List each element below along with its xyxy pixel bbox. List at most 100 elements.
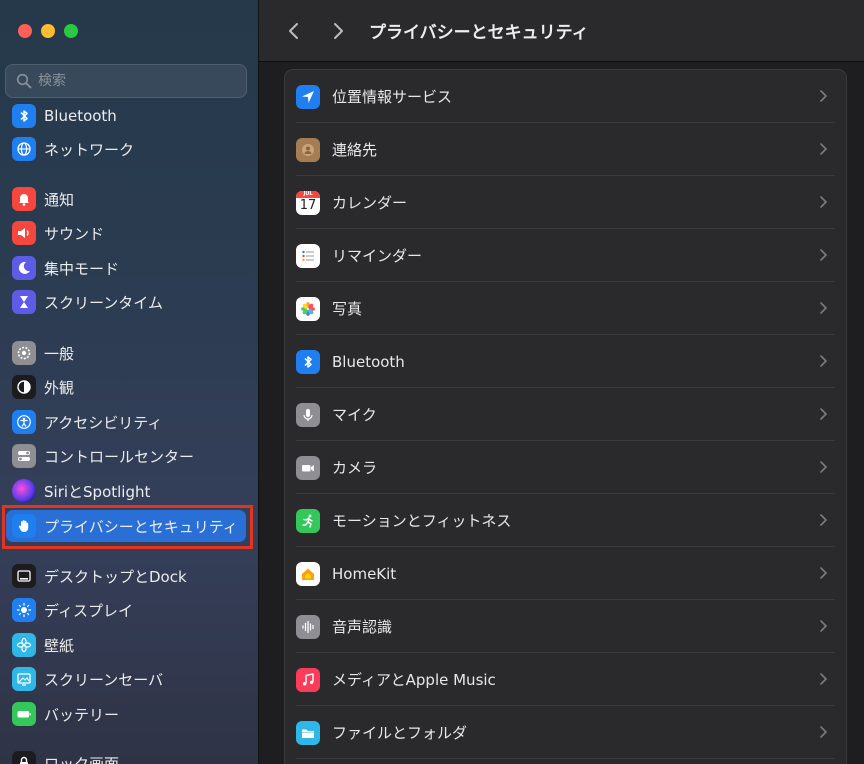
moon-icon: [12, 256, 36, 280]
search-icon: [16, 73, 32, 89]
sidebar-item-label: サウンド: [44, 224, 105, 243]
sidebar-item-wallpaper[interactable]: 壁紙: [6, 629, 246, 661]
hourglass-icon: [12, 290, 36, 314]
privacy-row-photos[interactable]: 写真: [285, 282, 846, 335]
sidebar-item-label: 集中モード: [44, 259, 120, 278]
sidebar-item-label: 一般: [44, 344, 75, 363]
close-window-button[interactable]: [18, 24, 32, 38]
calendar-day: 17: [299, 197, 317, 213]
sidebar-item-label: スクリーンタイム: [44, 293, 163, 312]
row-label: 音声認識: [332, 618, 393, 636]
sidebar-item-accessibility[interactable]: アクセシビリティ: [6, 406, 246, 438]
privacy-row-media-apple-music[interactable]: メディアとApple Music: [285, 653, 846, 706]
calendar-icon: JUL 17: [296, 190, 320, 215]
row-label: モーションとフィットネス: [332, 512, 512, 530]
sidebar-item-notifications[interactable]: 通知: [6, 183, 246, 215]
contacts-icon: [296, 137, 320, 162]
chevron-right-icon: [820, 726, 828, 738]
privacy-row-reminders[interactable]: リマインダー: [285, 229, 846, 282]
hand-icon: [12, 514, 36, 538]
page-title: プライバシーとセキュリティ: [369, 23, 589, 43]
sidebar-item-displays[interactable]: ディスプレイ: [6, 594, 246, 626]
toggles-icon: [12, 444, 36, 468]
chevron-right-icon: [820, 514, 828, 526]
row-label: HomeKit: [332, 564, 397, 583]
sidebar-item-label: ネットワーク: [44, 140, 135, 159]
sidebar-item-sound[interactable]: サウンド: [6, 217, 246, 249]
chevron-right-icon: [820, 673, 828, 685]
sidebar-item-label: 外観: [44, 378, 75, 397]
privacy-row-homekit[interactable]: HomeKit: [285, 547, 846, 600]
chevron-right-icon: [820, 461, 828, 473]
reminders-icon: [296, 243, 320, 268]
chevron-right-icon: [820, 249, 828, 261]
bluetooth-icon: [12, 104, 36, 128]
sidebar-item-label: 壁紙: [44, 636, 75, 655]
location-arrow-icon: [296, 84, 320, 109]
privacy-row-microphone[interactable]: マイク: [285, 388, 846, 441]
screensaver-icon: [12, 667, 36, 691]
sidebar-item-label: アクセシビリティ: [44, 413, 163, 432]
row-label: リマインダー: [332, 247, 423, 265]
sidebar-item-label: コントロールセンター: [44, 447, 195, 466]
sidebar: Bluetooth ネットワーク 通知 サウンド 集中モード スクリーンタイム …: [0, 0, 259, 764]
running-icon: [296, 508, 320, 533]
sidebar-item-label: Bluetooth: [44, 107, 117, 125]
siri-icon: [12, 479, 36, 503]
bell-icon: [12, 187, 36, 211]
battery-icon: [12, 702, 36, 726]
sidebar-item-label: プライバシーとセキュリティ: [44, 517, 238, 536]
calendar-month: JUL: [296, 190, 320, 198]
privacy-row-speech-recognition[interactable]: 音声認識: [285, 600, 846, 653]
sidebar-item-siri-spotlight[interactable]: SiriとSpotlight: [6, 475, 246, 507]
forward-button[interactable]: [327, 20, 349, 42]
camera-icon: [296, 455, 320, 480]
sidebar-item-screen-saver[interactable]: スクリーンセーバ: [6, 663, 246, 695]
zoom-window-button[interactable]: [64, 24, 78, 38]
privacy-row-bluetooth[interactable]: Bluetooth: [285, 335, 846, 388]
window-controls: [18, 24, 78, 38]
sidebar-item-lock-screen[interactable]: ロック画面: [6, 747, 246, 764]
microphone-icon: [296, 402, 320, 427]
gear-icon: [12, 341, 36, 365]
sidebar-item-label: 通知: [44, 190, 75, 209]
minimize-window-button[interactable]: [41, 24, 55, 38]
row-label: メディアとApple Music: [332, 671, 496, 689]
sidebar-item-general[interactable]: 一般: [6, 337, 246, 369]
privacy-row-location-services[interactable]: 位置情報サービス: [285, 70, 846, 123]
chevron-right-icon: [820, 355, 828, 367]
sidebar-item-screen-time[interactable]: スクリーンタイム: [6, 286, 246, 318]
privacy-row-motion-fitness[interactable]: モーションとフィットネス: [285, 494, 846, 547]
folder-icon: [296, 720, 320, 745]
sidebar-item-privacy-security[interactable]: プライバシーとセキュリティ: [6, 510, 246, 542]
main-content: プライバシーとセキュリティ 位置情報サービス 連絡先 JUL 17 カレンダー …: [259, 0, 864, 764]
sidebar-item-focus[interactable]: 集中モード: [6, 252, 246, 284]
row-label: Bluetooth: [332, 352, 405, 371]
privacy-row-contacts[interactable]: 連絡先: [285, 123, 846, 176]
flower-icon: [12, 633, 36, 657]
sidebar-item-label: SiriとSpotlight: [44, 482, 151, 501]
search-input[interactable]: [38, 73, 238, 89]
privacy-row-camera[interactable]: カメラ: [285, 441, 846, 494]
privacy-row-calendar[interactable]: JUL 17 カレンダー: [285, 176, 846, 229]
chevron-right-icon: [820, 90, 828, 102]
sidebar-item-network[interactable]: ネットワーク: [6, 133, 246, 165]
sun-icon: [12, 598, 36, 622]
chevron-right-icon: [820, 196, 828, 208]
appearance-icon: [12, 375, 36, 399]
privacy-list: 位置情報サービス 連絡先 JUL 17 カレンダー リマインダー 写真 Blue…: [284, 69, 847, 764]
home-icon: [296, 561, 320, 586]
chevron-left-icon: [289, 22, 298, 39]
chevron-right-icon: [820, 143, 828, 155]
privacy-row-files-folders[interactable]: ファイルとフォルダ: [285, 706, 846, 759]
chevron-right-icon: [820, 620, 828, 632]
speaker-icon: [12, 221, 36, 245]
sidebar-item-battery[interactable]: バッテリー: [6, 698, 246, 730]
back-button[interactable]: [283, 20, 305, 42]
sidebar-item-appearance[interactable]: 外観: [6, 371, 246, 403]
toolbar: プライバシーとセキュリティ: [259, 0, 864, 62]
sidebar-item-control-center[interactable]: コントロールセンター: [6, 440, 246, 472]
sidebar-item-desktop-dock[interactable]: デスクトップとDock: [6, 560, 246, 592]
search-field[interactable]: [5, 64, 247, 98]
sidebar-item-bluetooth[interactable]: Bluetooth: [6, 100, 246, 132]
